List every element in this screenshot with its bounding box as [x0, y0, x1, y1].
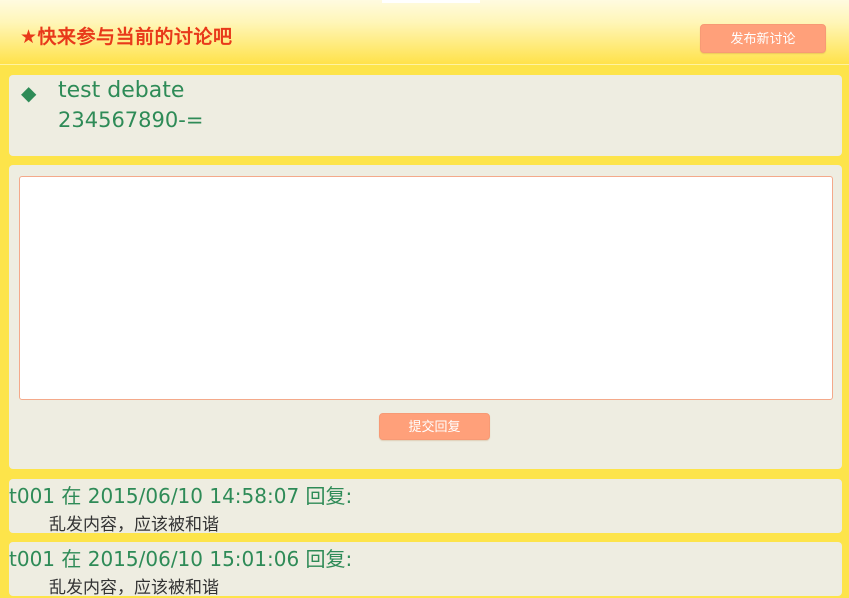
topic-title: test debate	[58, 78, 185, 103]
reply-content: 乱发内容，应该被和谐	[49, 515, 219, 535]
reply-textarea[interactable]	[19, 176, 833, 400]
reply-meta: t001 在 2015/06/10 15:01:06 回复:	[9, 547, 353, 571]
page-title: ★快来参与当前的讨论吧	[20, 26, 233, 48]
header-tab-highlight	[382, 0, 480, 3]
diamond-icon: ◆	[21, 81, 37, 105]
reply-form: 提交回复	[9, 165, 842, 469]
reply-content: 乱发内容，应该被和谐	[49, 578, 219, 598]
topic-body: 234567890-=	[58, 108, 204, 132]
reply-item: t001 在 2015/06/10 14:58:07 回复: 乱发内容，应该被和…	[9, 479, 842, 535]
submit-reply-button[interactable]: 提交回复	[379, 413, 490, 440]
topic-panel: ◆ test debate 234567890-=	[9, 75, 842, 156]
reply-item: t001 在 2015/06/10 15:01:06 回复: 乱发内容，应该被和…	[9, 542, 842, 598]
reply-meta: t001 在 2015/06/10 14:58:07 回复:	[9, 484, 353, 508]
new-discussion-button[interactable]: 发布新讨论	[700, 24, 826, 53]
page-header: ★快来参与当前的讨论吧 发布新讨论	[0, 0, 849, 65]
